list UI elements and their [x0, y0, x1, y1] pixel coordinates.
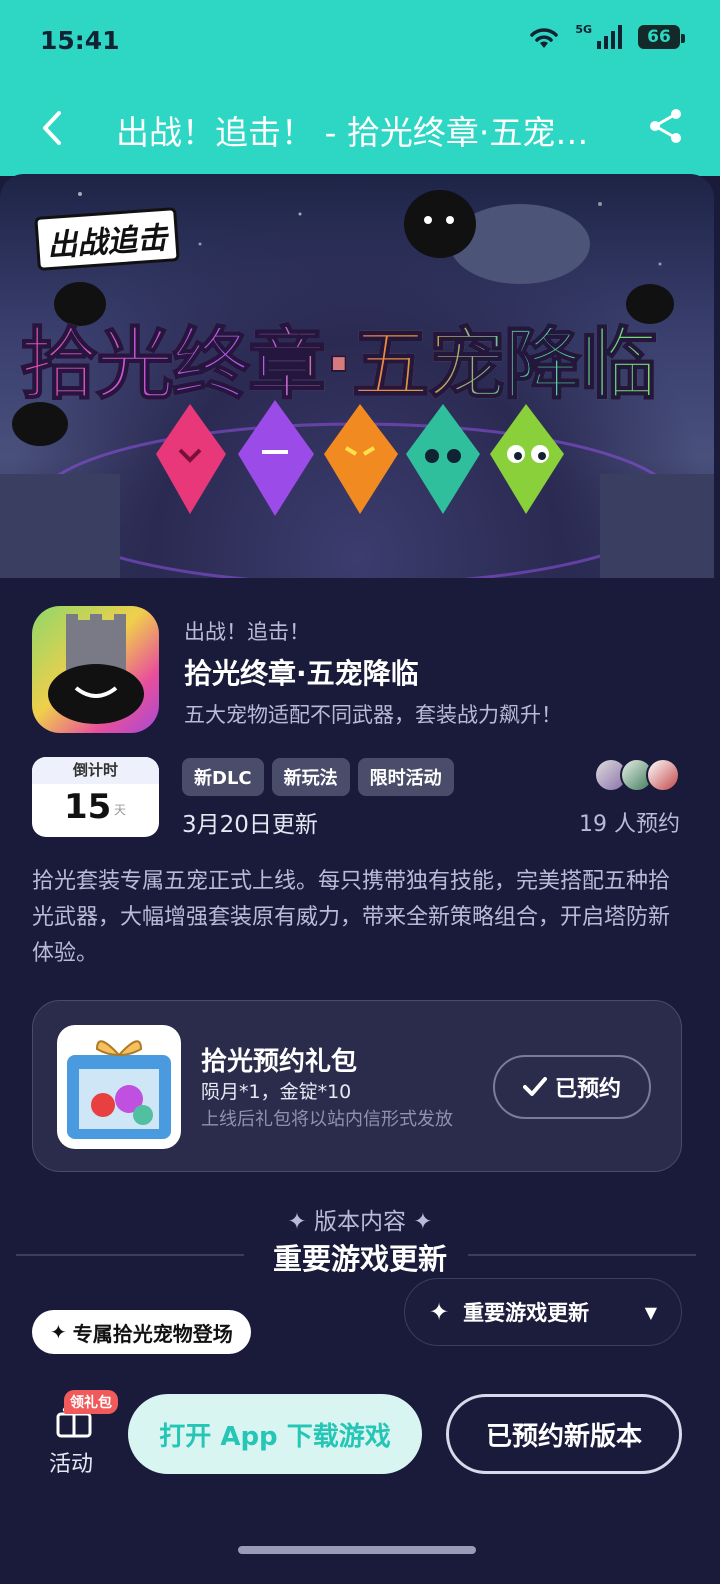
update-intro: 拾光套装专属五宠正式上线。每只携带独有技能，完美搭配五种拾光武器，大幅增强套装原…	[32, 869, 671, 966]
wifi-icon	[530, 28, 559, 48]
dropdown-label: 重要游戏更新	[463, 1301, 590, 1325]
check-icon	[522, 1077, 547, 1096]
countdown-value: 15	[64, 787, 112, 827]
gift-items: 陨月*1，金锭*10	[201, 1081, 352, 1103]
section-dropdown[interactable]: ✦ 重要游戏更新 ▼	[404, 1278, 682, 1346]
crystal-pets-illustration	[156, 400, 564, 516]
home-indicator[interactable]	[238, 1546, 476, 1554]
reserved-version-button[interactable]: 已预约新版本	[446, 1394, 682, 1474]
activity-badge: 领礼包	[64, 1390, 118, 1414]
gift-box-image	[57, 1025, 181, 1149]
share-button[interactable]	[646, 106, 686, 150]
open-app-button[interactable]: 打开 App 下载游戏	[128, 1394, 422, 1474]
sparkle-icon: ✦	[429, 1298, 450, 1326]
update-title: 拾光终章·五宠降临	[184, 657, 419, 690]
countdown-card: 倒计时 15 天	[32, 757, 159, 837]
update-date: 3月20日更新	[182, 812, 318, 838]
game-name: 出战！追击！	[184, 620, 310, 644]
top-bar: 15:41 5G 66 出战！追击！ - 拾光终章·五宠降临	[0, 0, 720, 176]
countdown-label: 倒计时	[32, 757, 159, 784]
gift-reserved-button[interactable]: 已预约	[493, 1055, 651, 1119]
network-label: 5G	[575, 22, 592, 36]
activity-label: 活动	[48, 1452, 93, 1477]
chevron-left-icon	[43, 111, 61, 145]
game-logo-icon	[48, 614, 144, 724]
page-title: 出战！追击！ - 拾光终章·五宠降临	[116, 113, 596, 152]
countdown-unit: 天	[114, 803, 127, 817]
battery-icon: 66	[638, 25, 685, 49]
tag-list: 新DLC 新玩法 限时活动	[182, 758, 454, 796]
gift-pack-card[interactable]: 拾光预约礼包 陨月*1，金锭*10 上线后礼包将以站内信形式发放 已预约	[32, 1000, 682, 1172]
sparkle-icon: ✦	[50, 1320, 67, 1344]
reserver-avatars	[594, 758, 680, 792]
gift-box-icon	[67, 1040, 171, 1139]
tag-new-dlc: 新DLC	[182, 758, 264, 796]
banner-logo: 出战追击	[34, 207, 180, 271]
game-app-icon[interactable]	[32, 606, 159, 733]
share-icon	[650, 109, 681, 143]
status-time: 15:41	[40, 26, 120, 55]
pet-feature-tag[interactable]: ✦ 专属拾光宠物登场	[32, 1310, 251, 1354]
tag-limited-event: 限时活动	[357, 758, 454, 796]
status-icons: 5G 66	[527, 22, 685, 50]
caret-down-icon: ▼	[644, 1302, 657, 1322]
signal-icon	[597, 25, 622, 49]
back-button[interactable]	[32, 106, 72, 150]
reserve-count: 19 人预约	[579, 812, 680, 837]
update-description: 五大宠物适配不同武器，套装战力飙升！	[184, 703, 562, 727]
gift-title: 拾光预约礼包	[201, 1047, 358, 1077]
section-label: ✦ 版本内容 ✦	[287, 1209, 433, 1235]
version-title: 重要游戏更新	[272, 1242, 447, 1276]
pet-feature-label: 专属拾光宠物登场	[72, 1321, 233, 1346]
tag-new-gameplay: 新玩法	[271, 758, 350, 796]
gift-button-label: 已预约	[554, 1077, 621, 1102]
avatar	[646, 758, 680, 792]
gift-note: 上线后礼包将以站内信形式发放	[201, 1109, 453, 1130]
event-banner[interactable]: 出战追击 拾光终章·五宠降临	[0, 174, 714, 578]
